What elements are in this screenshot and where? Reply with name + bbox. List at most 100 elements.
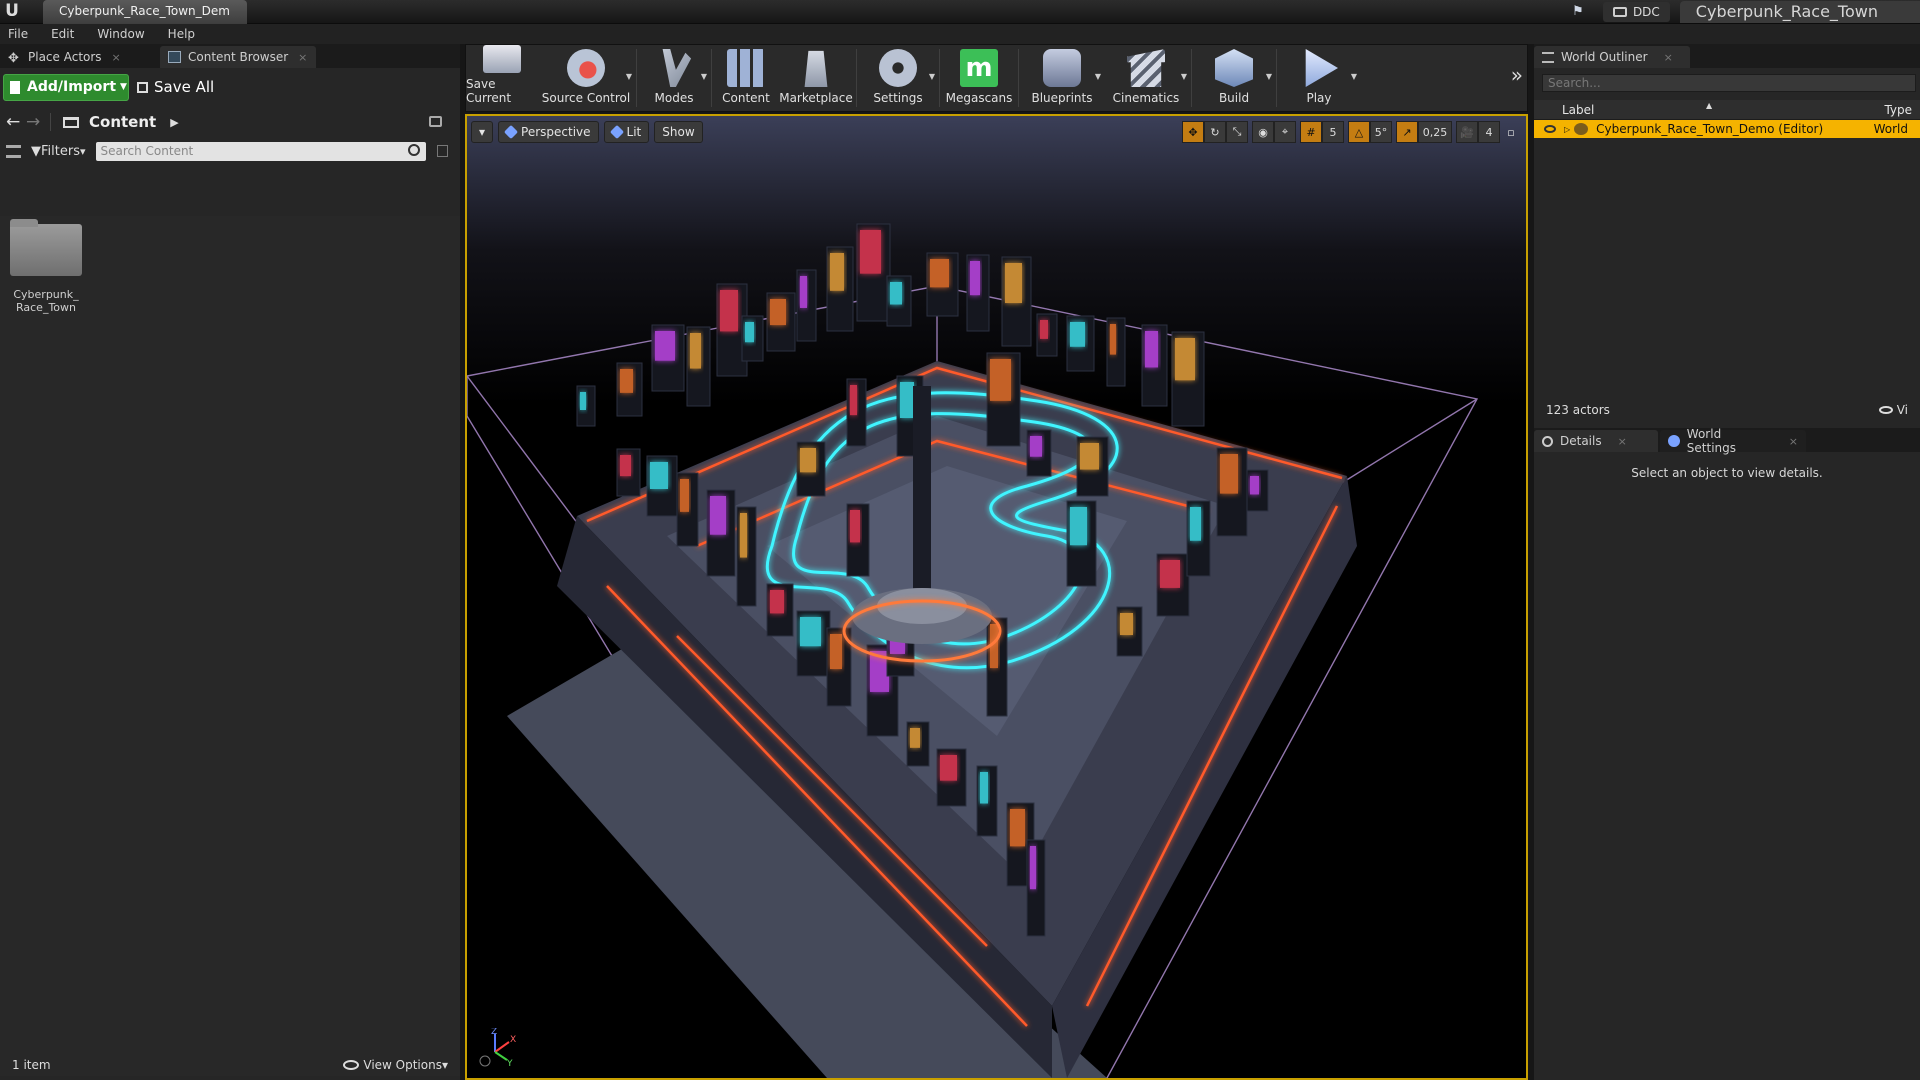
path-bar: ← → Content ▶ [0, 106, 460, 138]
menu-edit[interactable]: Edit [51, 27, 74, 41]
building-neon-light [800, 617, 821, 647]
main-toolbar: Save Current Source Control ▼ Modes ▼ Co… [465, 44, 1528, 112]
tab-content-browser[interactable]: Content Browser × [160, 46, 316, 68]
cinematics-label: Cinematics [1112, 91, 1180, 105]
outliner-search-input[interactable]: Search... [1542, 74, 1916, 92]
tab-details[interactable]: Details × [1534, 430, 1658, 452]
camera-speed-value[interactable]: 4 [1478, 121, 1500, 143]
rotate-icon[interactable]: ↻ [1204, 121, 1226, 143]
world-local-icon[interactable]: ◉ [1252, 121, 1274, 143]
chevron-right-icon[interactable]: ▶ [170, 116, 178, 129]
save-current-label: Save Current [466, 77, 512, 105]
chevron-down-icon[interactable]: ▼ [1181, 72, 1187, 81]
translate-icon[interactable]: ✥ [1182, 121, 1204, 143]
back-arrow-icon[interactable]: ← [6, 112, 26, 132]
tab-place-actors[interactable]: ✥ Place Actors × [0, 46, 160, 68]
chevron-down-icon[interactable]: ▼ [701, 72, 707, 81]
show-button[interactable]: Show [654, 121, 703, 143]
marketplace-button[interactable]: Marketplace [778, 45, 854, 111]
scale-snap-value[interactable]: 0,25 [1418, 121, 1452, 143]
megascans-button[interactable]: m Megascans [942, 45, 1016, 111]
chevron-down-icon[interactable]: ▼ [1095, 72, 1101, 81]
ddc-icon [1612, 7, 1627, 17]
col-label-header[interactable]: Label [1562, 103, 1594, 117]
details-tab-strip: Details × World Settings × [1534, 427, 1920, 455]
eye-icon [343, 1060, 360, 1070]
lock-icon[interactable] [429, 116, 442, 127]
notification-icon[interactable]: ⚑ [1565, 0, 1591, 24]
chevron-down-icon[interactable]: ▼ [626, 72, 632, 81]
building-neon-light [680, 479, 689, 512]
close-icon[interactable]: × [1664, 51, 1673, 64]
cinematics-button[interactable]: Cinematics ▼ [1103, 45, 1189, 111]
toolbar-separator [711, 49, 712, 107]
axis-gizmo-icon: X Y Z [479, 1028, 516, 1068]
blueprints-icon [1043, 49, 1081, 87]
add-import-button[interactable]: Add/Import ▼ [3, 73, 129, 101]
grid-snap-icon[interactable]: # [1300, 121, 1322, 143]
col-type-header[interactable]: Type [1884, 103, 1912, 117]
view-options-button[interactable]: View Options ▾ [343, 1058, 448, 1072]
content-browser-panel: ✥ Place Actors × Content Browser × Add/I… [0, 44, 460, 1080]
marketplace-label: Marketplace [779, 91, 853, 105]
close-icon[interactable]: × [1789, 435, 1798, 448]
level-tab[interactable]: Cyberpunk_Race_Town_Dem [43, 0, 247, 24]
asset-folder-item[interactable]: Cyberpunk_ Race_Town [10, 219, 82, 314]
chevron-down-icon[interactable]: ▼ [1266, 72, 1272, 81]
scale-icon[interactable]: ⤡ [1226, 121, 1248, 143]
title-bar: U Cyberpunk_Race_Town_Dem ⚑ DDC Cyberpun… [0, 0, 1920, 24]
level-viewport[interactable]: ▾ Perspective Lit Show ✥ ↻ ⤡ ◉ ⌖ # 5 △ 5… [465, 114, 1528, 1080]
search-input[interactable]: Search Content [95, 141, 426, 161]
unreal-logo-icon[interactable]: U [0, 0, 24, 24]
save-search-icon[interactable] [437, 145, 448, 157]
expand-arrow-icon[interactable]: ▷ [1564, 125, 1570, 134]
blueprints-button[interactable]: Blueprints ▼ [1021, 45, 1103, 111]
menu-window[interactable]: Window [97, 27, 144, 41]
details-panel: Details × World Settings × Select an obj… [1534, 427, 1920, 1080]
viewport-options-button[interactable]: ▾ [471, 121, 494, 143]
grid-snap-value[interactable]: 5 [1322, 121, 1344, 143]
close-icon[interactable]: × [298, 51, 307, 64]
toolbar-overflow-icon[interactable]: » [1511, 63, 1523, 87]
world-outliner-tab-strip: World Outliner × [1534, 44, 1920, 68]
save-all-button[interactable]: Save All [137, 78, 214, 96]
rotation-snap-icon[interactable]: △ [1348, 121, 1370, 143]
surface-snap-icon[interactable]: ⌖ [1274, 121, 1296, 143]
lit-button[interactable]: Lit [603, 121, 650, 143]
modes-button[interactable]: Modes ▼ [639, 45, 709, 111]
tab-world-outliner[interactable]: World Outliner × [1534, 46, 1690, 68]
source-control-button[interactable]: Source Control ▼ [538, 45, 634, 111]
path-crumb-content[interactable]: Content [89, 113, 156, 131]
building-neon-light [650, 462, 668, 489]
sources-panel-icon[interactable] [6, 144, 21, 158]
ddc-status[interactable]: DDC [1602, 2, 1670, 22]
forward-arrow-icon[interactable]: → [26, 112, 46, 132]
save-current-button[interactable]: Save Current [466, 45, 538, 111]
content-button[interactable]: Content [714, 45, 778, 111]
perspective-button[interactable]: Perspective [498, 121, 599, 143]
menu-help[interactable]: Help [168, 27, 195, 41]
chevron-down-icon[interactable]: ▼ [1351, 72, 1357, 81]
chevron-down-icon[interactable]: ▼ [929, 72, 935, 81]
building-neon-light [1070, 322, 1085, 347]
play-button[interactable]: Play ▼ [1279, 45, 1359, 111]
viewport-scene[interactable] [467, 116, 1526, 1078]
filters-button[interactable]: ▼Filters▾ [31, 144, 86, 159]
rotation-snap-value[interactable]: 5° [1370, 121, 1392, 143]
menu-file[interactable]: File [8, 27, 28, 41]
visibility-eye-icon[interactable] [1544, 125, 1556, 133]
chevron-down-icon: ▾ [79, 144, 86, 158]
camera-speed-icon[interactable]: 🎥 [1456, 121, 1478, 143]
outliner-view-options-button[interactable]: Vi [1878, 403, 1908, 417]
close-icon[interactable]: × [112, 51, 121, 64]
tab-world-settings[interactable]: World Settings × [1660, 427, 1806, 455]
building-neon-light [900, 382, 914, 418]
settings-button[interactable]: Settings ▼ [859, 45, 937, 111]
new-document-icon [10, 80, 20, 94]
build-button[interactable]: Build ▼ [1194, 45, 1274, 111]
maximize-viewport-icon[interactable]: ▫ [1504, 121, 1518, 143]
close-icon[interactable]: × [1618, 435, 1627, 448]
scale-snap-icon[interactable]: ↗ [1396, 121, 1418, 143]
outliner-row[interactable]: ▷ Cyberpunk_Race_Town_Demo (Editor) Worl… [1534, 120, 1920, 138]
build-label: Build [1218, 91, 1250, 105]
